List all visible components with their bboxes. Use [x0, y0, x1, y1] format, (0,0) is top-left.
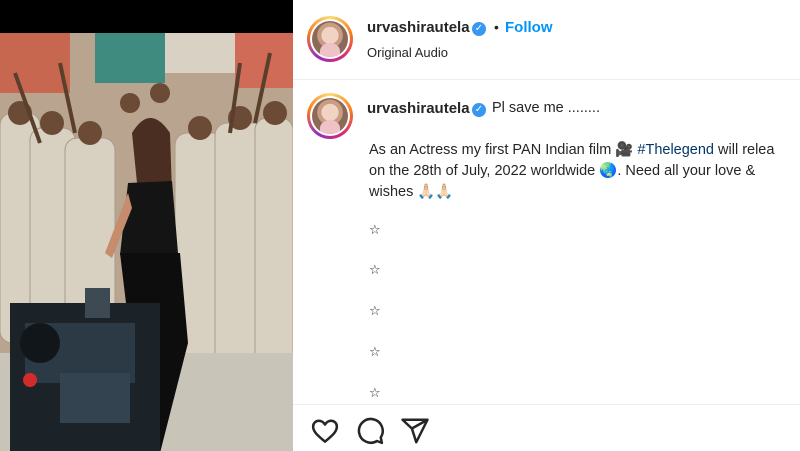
verified-badge-icon: ✓ — [472, 22, 486, 36]
post-panel: urvashirautela ✓ • Follow Original Audio… — [293, 0, 800, 451]
author-avatar[interactable] — [307, 16, 353, 62]
actions-divider — [293, 404, 800, 405]
caption-line-1: As an Actress my first PAN Indian film 🎥… — [369, 142, 775, 158]
share-icon[interactable] — [400, 416, 430, 446]
hashtag-link[interactable]: #Thelegend — [637, 142, 714, 158]
caption-star: ☆ — [369, 345, 381, 360]
post-media[interactable] — [0, 0, 293, 451]
post-header: urvashirautela ✓ • Follow Original Audio — [293, 0, 800, 80]
caption-username[interactable]: urvashirautela — [367, 100, 470, 117]
comment-icon[interactable] — [355, 416, 385, 446]
post-photo — [0, 33, 293, 451]
caption-star: ☆ — [369, 304, 381, 319]
caption-headline: Pl save me ........ — [492, 100, 600, 116]
separator-dot: • — [494, 19, 499, 35]
original-audio-link[interactable]: Original Audio — [367, 45, 448, 60]
follow-button[interactable]: Follow — [505, 19, 553, 36]
caption-line-3: wishes 🙏🏻🙏🏻 — [369, 184, 454, 200]
movie-camera-emoji: 🎥 — [615, 142, 634, 158]
heart-icon[interactable] — [310, 416, 340, 446]
caption-line-2: on the 28th of July, 2022 worldwide 🌏. N… — [369, 163, 756, 179]
post-action-bar — [293, 410, 800, 451]
caption-star: ☆ — [369, 263, 381, 278]
caption-author-avatar[interactable] — [307, 93, 353, 139]
caption-star: ☆ — [369, 223, 381, 238]
media-top-band — [0, 0, 293, 33]
caption-star: ☆ — [369, 386, 381, 401]
author-username[interactable]: urvashirautela — [367, 19, 470, 36]
verified-badge-icon: ✓ — [472, 103, 486, 117]
globe-emoji: 🌏 — [599, 163, 618, 179]
